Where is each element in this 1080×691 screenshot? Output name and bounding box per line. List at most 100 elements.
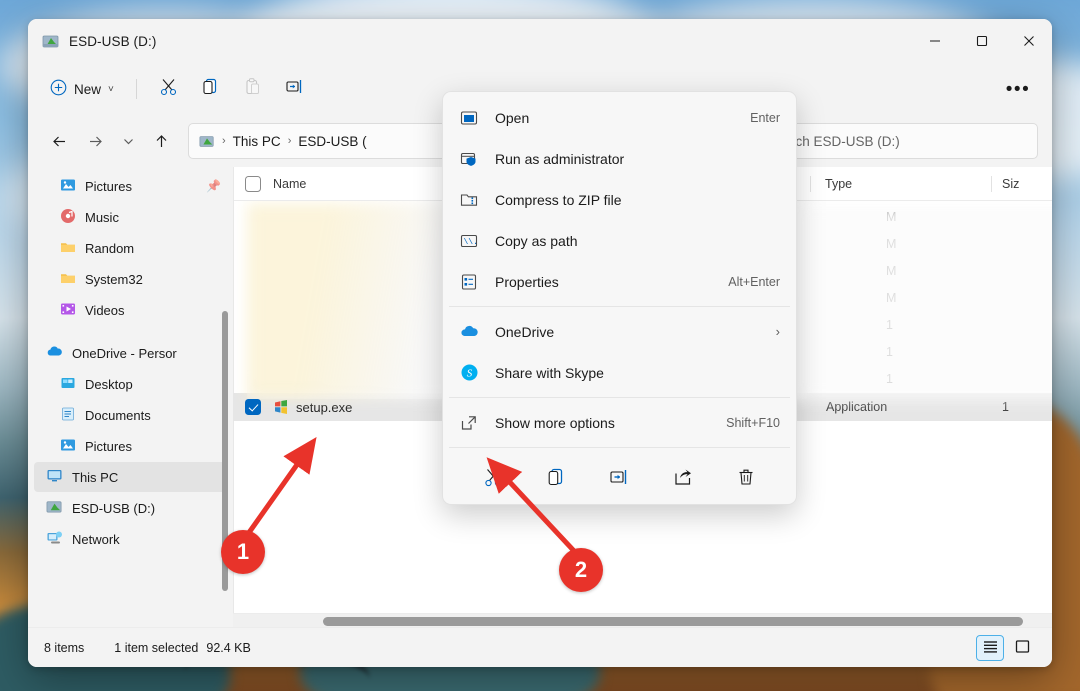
- copy-icon: [546, 467, 566, 490]
- cut-button[interactable]: [149, 71, 189, 107]
- open-window-icon: [459, 108, 479, 128]
- context-menu-item-share-with-skype[interactable]: S Share with Skype: [447, 352, 792, 393]
- file-type-cell: M: [872, 231, 1052, 258]
- column-header-size[interactable]: Siz: [992, 177, 1052, 191]
- checkbox-glyph: [245, 175, 261, 192]
- documents-icon: [60, 406, 76, 425]
- context-menu-item-accel: Alt+Enter: [728, 274, 780, 289]
- chevron-down-icon: ˅: [108, 83, 114, 95]
- music-icon: [60, 208, 76, 227]
- rename-icon: [609, 467, 629, 490]
- file-size-cell: 1: [992, 393, 1052, 421]
- onedrive-cloud-icon: [46, 343, 63, 363]
- back-button[interactable]: [42, 124, 76, 158]
- up-button[interactable]: [144, 124, 178, 158]
- context-menu-item-label: Run as administrator: [495, 150, 625, 167]
- breadcrumb-item-esd-usb[interactable]: ESD-USB (: [298, 134, 366, 149]
- window-controls: [911, 19, 1052, 63]
- sidebar-item-network[interactable]: Network: [34, 524, 227, 554]
- skype-icon: S: [459, 363, 479, 383]
- minimize-button[interactable]: [911, 19, 958, 63]
- copy-button[interactable]: [191, 71, 231, 107]
- file-type-cell: 1: [872, 366, 1052, 393]
- zip-folder-icon: [459, 190, 479, 210]
- details-view-button[interactable]: [976, 634, 1004, 661]
- paste-icon: [243, 77, 262, 101]
- sidebar-item-esd-usb[interactable]: ESD-USB (D:): [34, 493, 227, 523]
- sidebar-item-system32[interactable]: System32: [34, 264, 227, 294]
- file-type-text: 1: [886, 372, 893, 386]
- sidebar-item-random[interactable]: Random: [34, 233, 227, 263]
- context-menu-item-properties[interactable]: Properties Alt+Enter: [447, 261, 792, 302]
- context-menu-item-label: OneDrive: [495, 323, 555, 340]
- context-menu-item-onedrive[interactable]: OneDrive ›: [447, 311, 792, 352]
- horizontal-scrollbar-thumb[interactable]: [323, 617, 1023, 626]
- horizontal-scrollbar[interactable]: [233, 613, 1052, 627]
- pin-icon[interactable]: 📌: [206, 179, 221, 193]
- svg-text:\\..: \\..: [464, 238, 479, 247]
- context-menu-item-label: Open: [495, 109, 530, 126]
- sidebar-item-label: System32: [85, 271, 143, 287]
- cut-icon-button[interactable]: [473, 460, 513, 496]
- sidebar-item-videos[interactable]: Videos: [34, 295, 227, 325]
- search-box[interactable]: Search ESD-USB (D:): [756, 123, 1038, 159]
- context-menu-divider: [449, 397, 790, 398]
- new-button-label: New: [74, 81, 102, 97]
- list-details-icon: [982, 638, 999, 658]
- delete-icon-button[interactable]: [726, 460, 766, 496]
- usb-drive-icon: [46, 498, 63, 518]
- file-type-text: 1: [886, 318, 893, 332]
- context-menu-item-open[interactable]: Open Enter: [447, 97, 792, 138]
- recent-locations-button[interactable]: [114, 124, 142, 158]
- context-menu-item-run-as-administrator[interactable]: Run as administrator: [447, 138, 792, 179]
- large-icons-view-button[interactable]: [1008, 635, 1036, 661]
- sidebar-item-music[interactable]: Music: [34, 202, 227, 232]
- row-checkbox[interactable]: [233, 399, 273, 415]
- column-header-type[interactable]: Type: [811, 177, 991, 191]
- rename-icon-button[interactable]: [599, 460, 639, 496]
- item-count-text: 8 items: [44, 640, 85, 655]
- forward-button[interactable]: [78, 124, 112, 158]
- trash-icon: [736, 467, 756, 490]
- sidebar-item-pictures[interactable]: Pictures 📌: [34, 171, 227, 201]
- usb-drive-icon: [42, 32, 60, 50]
- shield-admin-icon: [459, 149, 479, 169]
- copy-icon-button[interactable]: [536, 460, 576, 496]
- see-more-button[interactable]: •••: [998, 71, 1038, 107]
- close-button[interactable]: [1005, 19, 1052, 63]
- select-all-checkbox[interactable]: [233, 175, 273, 192]
- context-menu-item-copy-as-path[interactable]: \\.. Copy as path: [447, 220, 792, 261]
- context-menu-item-show-more-options[interactable]: Show more options Shift+F10: [447, 402, 792, 443]
- selection-size-text: 92.4 KB: [206, 640, 251, 655]
- copy-path-icon: \\..: [459, 231, 479, 251]
- sidebar-item-desktop[interactable]: Desktop: [34, 369, 227, 399]
- context-menu-item-accel: Shift+F10: [726, 415, 780, 430]
- paste-button[interactable]: [233, 71, 273, 107]
- breadcrumb-separator: ›: [287, 135, 292, 147]
- properties-icon: [459, 272, 479, 292]
- context-menu-item-compress-to-zip[interactable]: Compress to ZIP file: [447, 179, 792, 220]
- share-icon-button[interactable]: [663, 460, 703, 496]
- file-type-cell: 1: [872, 339, 1052, 366]
- breadcrumb-item-this-pc[interactable]: This PC: [233, 134, 281, 149]
- sidebar-item-pictures-onedrive[interactable]: Pictures: [34, 431, 227, 461]
- sidebar-item-label: ESD-USB (D:): [72, 500, 156, 516]
- column-header-label: Type: [825, 176, 853, 191]
- sidebar-item-onedrive[interactable]: OneDrive - Persor: [34, 338, 227, 368]
- sidebar-item-this-pc[interactable]: This PC: [34, 462, 227, 492]
- rename-button[interactable]: [275, 71, 315, 107]
- large-icons-icon: [1014, 638, 1031, 658]
- file-type-cell: Application: [812, 393, 992, 421]
- context-menu-item-label: Compress to ZIP file: [495, 191, 622, 208]
- file-type-text: Application: [826, 400, 888, 414]
- context-menu-divider: [449, 447, 790, 448]
- videos-icon: [60, 301, 76, 320]
- annotation-badge-2: 2: [559, 548, 603, 592]
- maximize-button[interactable]: [958, 19, 1005, 63]
- scissors-icon: [159, 77, 178, 101]
- network-icon: [46, 529, 63, 549]
- svg-text:S: S: [466, 367, 472, 379]
- new-button[interactable]: New ˅: [42, 73, 124, 105]
- sidebar-item-documents[interactable]: Documents: [34, 400, 227, 430]
